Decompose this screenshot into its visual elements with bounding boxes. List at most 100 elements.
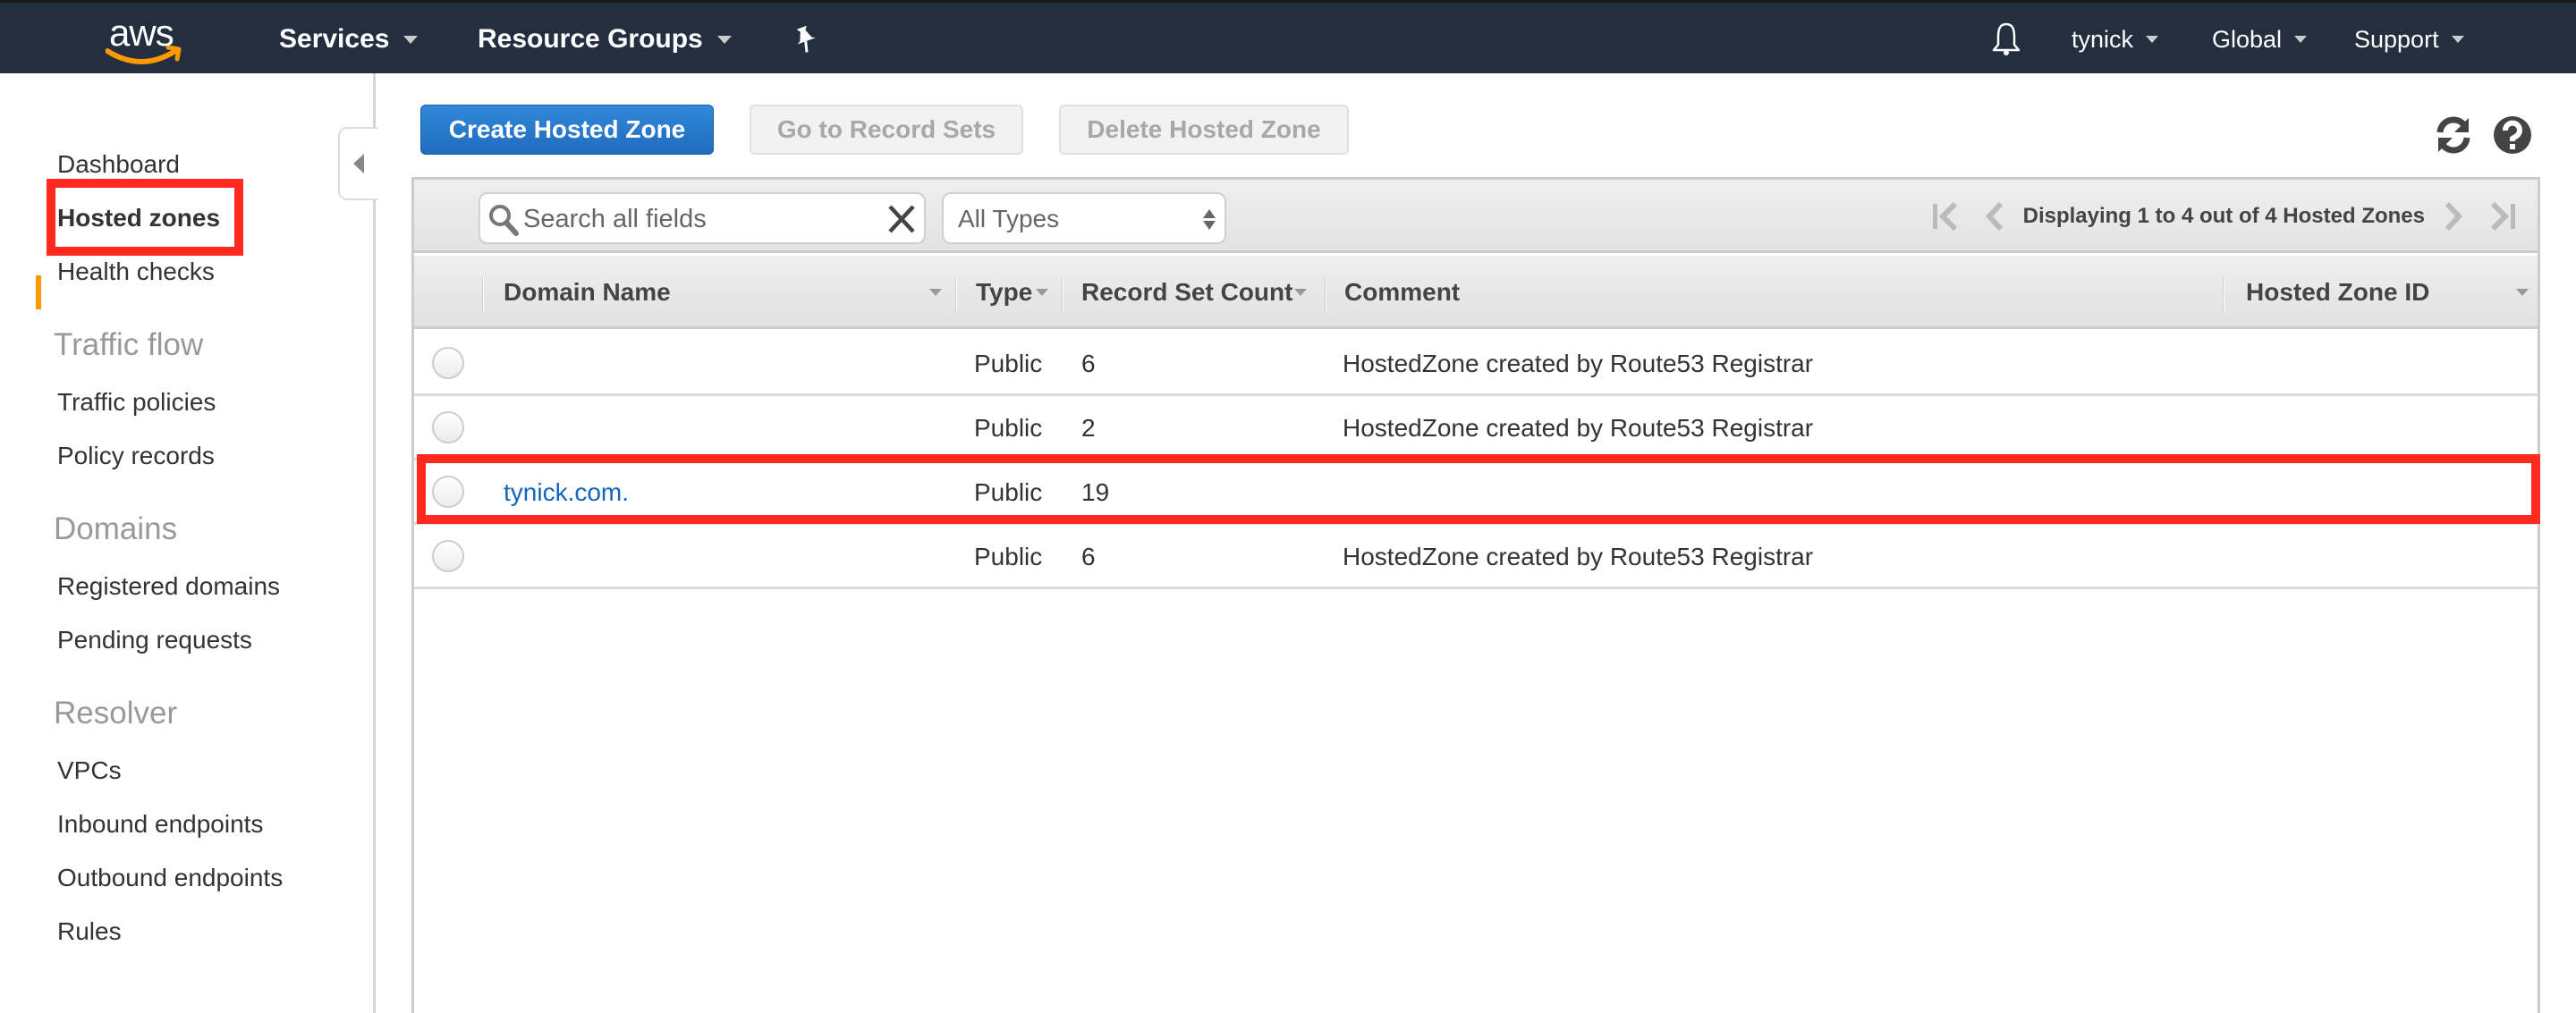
sort-icon [1294, 289, 1308, 296]
table-row[interactable]: Public 6 HostedZone created by Route53 R… [414, 332, 2538, 396]
refresh-icon [2436, 116, 2470, 154]
pagination-status: Displaying 1 to 4 out of 4 Hosted Zones [2022, 204, 2425, 228]
bell-icon [1992, 22, 2021, 55]
help-icon [2494, 116, 2531, 154]
type-cell: Public [974, 414, 1043, 442]
aws-logo[interactable]: aws [106, 12, 186, 65]
services-menu[interactable]: Services [279, 3, 419, 76]
next-page-button[interactable] [2443, 201, 2464, 232]
table-row[interactable]: tynick.com. Public 19 [414, 460, 2538, 525]
sidebar-item-vpcs[interactable]: VPCs [57, 756, 122, 785]
table-row[interactable]: Public 2 HostedZone created by Route53 R… [414, 396, 2538, 460]
chevron-down-icon [2146, 36, 2159, 43]
chevron-down-icon [716, 35, 732, 44]
select-arrows-icon [1203, 209, 1216, 230]
services-label: Services [279, 24, 390, 54]
column-header-label: Comment [1344, 278, 1461, 306]
column-header-label: Record Set Count [1081, 278, 1293, 306]
top-navigation-bar: aws Services Resource Groups tynick Glob… [0, 0, 2576, 73]
annotation-highlight-box [47, 179, 243, 256]
sort-icon [2516, 289, 2529, 296]
column-header-label: Domain Name [504, 278, 671, 306]
first-page-icon [1932, 201, 1957, 232]
last-page-button[interactable] [2487, 201, 2518, 232]
last-page-icon [2490, 201, 2515, 232]
sort-icon [1036, 289, 1049, 296]
refresh-button[interactable] [2433, 114, 2474, 156]
aws-smile-icon [106, 46, 182, 64]
chevron-down-icon [403, 35, 419, 44]
table-header: Domain Name Type Record Set Count Commen… [414, 256, 2538, 329]
notifications-button[interactable] [1991, 3, 2021, 76]
pin-button[interactable] [792, 3, 819, 76]
row-select-radio[interactable] [432, 476, 464, 508]
help-button[interactable] [2492, 114, 2533, 156]
row-select-radio[interactable] [432, 347, 464, 379]
first-page-button[interactable] [1930, 201, 1961, 232]
row-select-radio[interactable] [432, 411, 464, 443]
sidebar-heading-traffic-flow: Traffic flow [54, 327, 204, 362]
sidebar-item-policy-records[interactable]: Policy records [57, 442, 215, 470]
record-count-cell: 2 [1081, 414, 1096, 442]
pin-icon [796, 25, 817, 53]
sidebar-item-traffic-policies[interactable]: Traffic policies [57, 388, 216, 417]
sidebar-item-pending-requests[interactable]: Pending requests [57, 626, 252, 654]
column-header-type[interactable]: Type [976, 256, 1049, 329]
resource-groups-menu[interactable]: Resource Groups [478, 3, 732, 76]
search-field[interactable] [479, 192, 926, 244]
delete-hosted-zone-button[interactable]: Delete Hosted Zone [1059, 105, 1349, 155]
create-hosted-zone-button[interactable]: Create Hosted Zone [420, 105, 714, 155]
region-label: Global [2212, 25, 2283, 53]
column-header-comment[interactable]: Comment [1344, 256, 1460, 329]
search-icon [489, 205, 519, 236]
hosted-zones-table: All Types Displaying 1 to 4 out of 4 Hos… [411, 177, 2540, 1013]
collapse-sidebar-button[interactable] [338, 127, 377, 200]
region-menu[interactable]: Global [2212, 3, 2308, 76]
chevron-left-icon [1985, 201, 2003, 232]
type-filter-select[interactable]: All Types [942, 192, 1226, 244]
sidebar-item-dashboard[interactable]: Dashboard [57, 150, 180, 179]
sidebar-item-rules[interactable]: Rules [57, 917, 122, 946]
record-count-cell: 6 [1081, 543, 1096, 570]
clear-search-icon[interactable] [886, 203, 917, 235]
comment-cell: HostedZone created by Route53 Registrar [1343, 543, 1814, 570]
column-header-hosted-zone-id[interactable]: Hosted Zone ID [2246, 256, 2532, 329]
column-divider [1325, 277, 1326, 313]
column-divider [955, 277, 957, 313]
sort-icon [929, 289, 942, 296]
resource-groups-label: Resource Groups [478, 24, 703, 54]
sidebar-item-inbound-endpoints[interactable]: Inbound endpoints [57, 810, 263, 839]
chevron-left-icon [353, 154, 364, 173]
sidebar-heading-resolver: Resolver [54, 696, 178, 730]
sidebar-item-registered-domains[interactable]: Registered domains [57, 572, 280, 601]
comment-cell: HostedZone created by Route53 Registrar [1343, 414, 1814, 442]
column-header-label: Type [976, 278, 1033, 306]
active-indicator [36, 275, 41, 309]
user-menu[interactable]: tynick [2072, 3, 2159, 76]
type-cell: Public [974, 478, 1043, 506]
column-header-domain-name[interactable]: Domain Name [504, 256, 942, 329]
sidebar-item-outbound-endpoints[interactable]: Outbound endpoints [57, 864, 283, 892]
domain-name-link[interactable]: tynick.com. [504, 460, 629, 525]
type-filter-value: All Types [958, 205, 1060, 232]
table-row[interactable]: Public 6 HostedZone created by Route53 R… [414, 525, 2538, 589]
column-header-record-set-count[interactable]: Record Set Count [1081, 256, 1308, 329]
chevron-right-icon [2445, 201, 2463, 232]
row-select-radio[interactable] [432, 540, 464, 572]
column-header-label: Hosted Zone ID [2246, 278, 2430, 306]
type-cell: Public [974, 350, 1043, 377]
support-menu[interactable]: Support [2354, 3, 2464, 76]
column-divider [482, 277, 484, 313]
comment-cell: HostedZone created by Route53 Registrar [1343, 350, 1814, 377]
column-divider [1062, 277, 1063, 313]
column-divider [2223, 277, 2224, 313]
sidebar: Dashboard Hosted zones Health checks Tra… [0, 73, 376, 1013]
previous-page-button[interactable] [1984, 201, 2005, 232]
support-label: Support [2354, 25, 2439, 53]
pagination: Displaying 1 to 4 out of 4 Hosted Zones [1930, 180, 2518, 253]
chevron-down-icon [2451, 36, 2464, 43]
go-to-record-sets-button[interactable]: Go to Record Sets [750, 105, 1023, 155]
record-count-cell: 19 [1081, 478, 1110, 506]
sidebar-item-health-checks[interactable]: Health checks [57, 257, 215, 286]
search-input[interactable] [523, 201, 863, 237]
